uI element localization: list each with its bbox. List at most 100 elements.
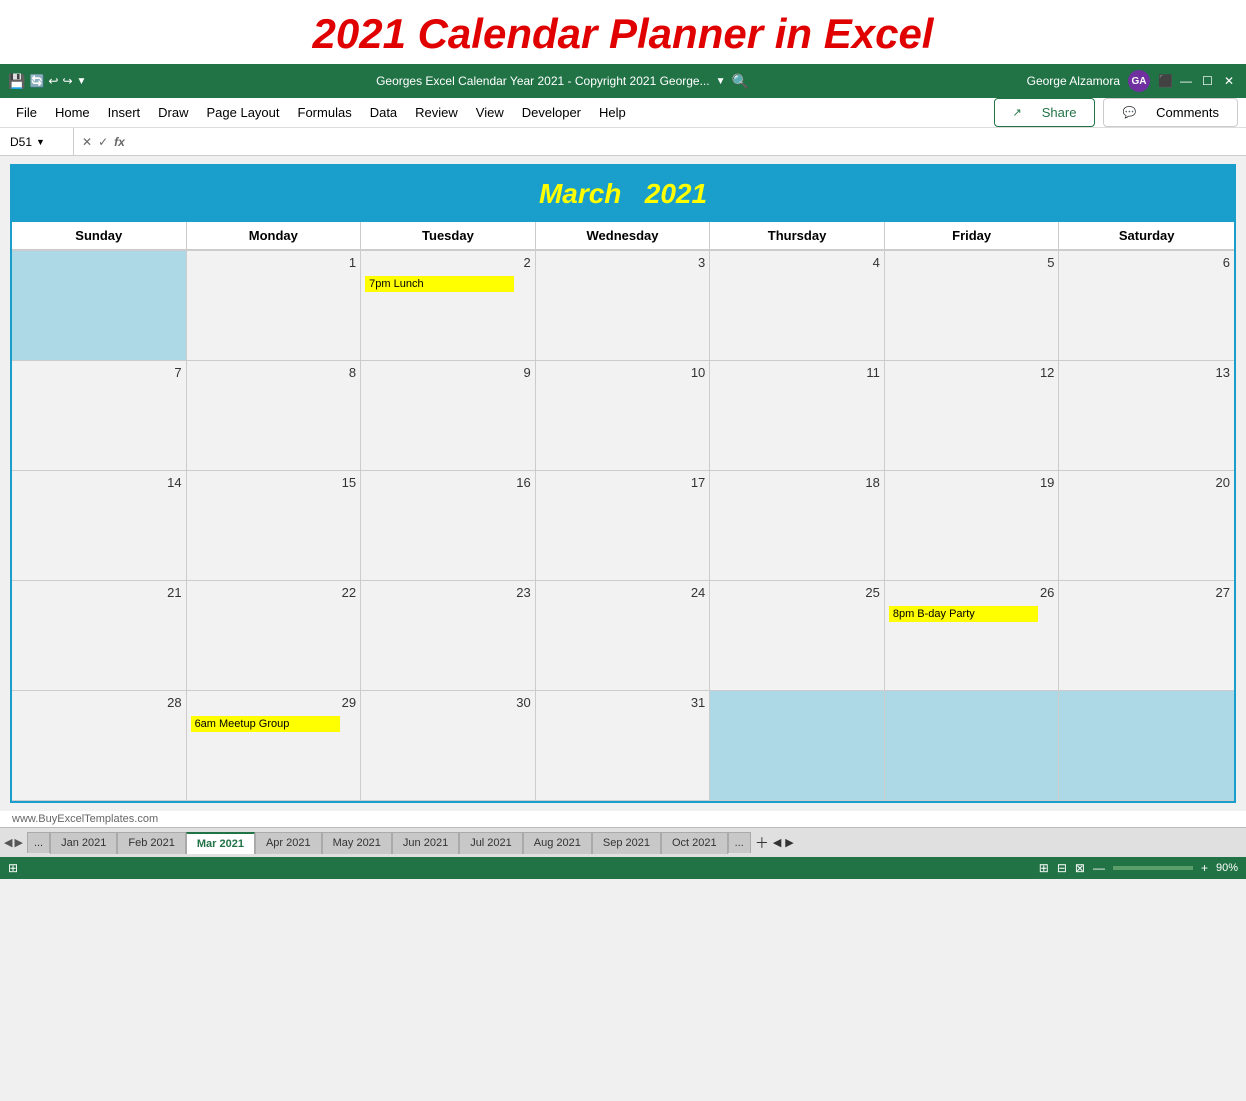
page-break-icon[interactable]: ⊠	[1075, 861, 1085, 875]
maximize-icon[interactable]: ☐	[1202, 74, 1216, 88]
menu-developer[interactable]: Developer	[514, 102, 589, 123]
calendar-cell[interactable]: 16	[361, 471, 536, 581]
calendar-cell[interactable]: 24	[536, 581, 711, 691]
menu-home[interactable]: Home	[47, 102, 98, 123]
tab-prev-icon[interactable]: ◀	[4, 836, 12, 849]
sheet-tab-aug-2021[interactable]: Aug 2021	[523, 832, 592, 854]
sheet-tab-jul-2021[interactable]: Jul 2021	[459, 832, 523, 854]
sheet-tab-jan-2021[interactable]: Jan 2021	[50, 832, 117, 854]
calendar-cell[interactable]: 296am Meetup Group	[187, 691, 362, 801]
calendar-cell[interactable]: 28	[12, 691, 187, 801]
menu-page-layout[interactable]: Page Layout	[199, 102, 288, 123]
calendar-cell[interactable]: 25	[710, 581, 885, 691]
undo-icon[interactable]: ↩	[48, 74, 58, 88]
sheet-tab-may-2021[interactable]: May 2021	[322, 832, 392, 854]
sheet-tab-ellipsis-left[interactable]: ...	[27, 832, 50, 853]
menu-review[interactable]: Review	[407, 102, 466, 123]
calendar-cell[interactable]: 9	[361, 361, 536, 471]
menu-draw[interactable]: Draw	[150, 102, 196, 123]
calendar-cell[interactable]: 27	[1059, 581, 1234, 691]
cell-date: 7	[16, 365, 182, 380]
cell-date: 20	[1063, 475, 1230, 490]
calendar-cell[interactable]: 23	[361, 581, 536, 691]
calendar-cell[interactable]: 10	[536, 361, 711, 471]
zoom-slider[interactable]	[1113, 866, 1193, 870]
sheet-tab-jun-2021[interactable]: Jun 2021	[392, 832, 459, 854]
sheet-tab-oct-2021[interactable]: Oct 2021	[661, 832, 728, 854]
tab-controls: ＋ ◀ ▶	[755, 833, 794, 853]
menu-view[interactable]: View	[468, 102, 512, 123]
cell-date: 9	[365, 365, 531, 380]
save-icon[interactable]: 💾	[8, 73, 25, 90]
formula-confirm-icon[interactable]: ✓	[98, 135, 108, 149]
calendar-cell[interactable]: 3	[536, 251, 711, 361]
calendar-cell[interactable]: 15	[187, 471, 362, 581]
normal-view-icon[interactable]: ⊞	[1039, 861, 1049, 875]
sheet-tab-sep-2021[interactable]: Sep 2021	[592, 832, 661, 854]
cell-date: 28	[16, 695, 182, 710]
minimize-icon[interactable]: —	[1180, 74, 1194, 88]
calendar-cell[interactable]: 18	[710, 471, 885, 581]
calendar-cell[interactable]: 19	[885, 471, 1060, 581]
calendar-cell[interactable]: 17	[536, 471, 711, 581]
dropdown-icon[interactable]: ▼	[77, 76, 87, 87]
day-monday: Monday	[187, 222, 362, 249]
cell-ref-dropdown[interactable]: ▼	[36, 137, 45, 147]
page-layout-icon[interactable]: ⊟	[1057, 861, 1067, 875]
tab-next-icon[interactable]: ▶	[14, 836, 22, 849]
event-badge[interactable]: 7pm Lunch	[365, 276, 514, 292]
menu-help[interactable]: Help	[591, 102, 634, 123]
event-badge[interactable]: 8pm B-day Party	[889, 606, 1038, 622]
title-dropdown-icon[interactable]: ▼	[716, 76, 726, 87]
search-icon[interactable]: 🔍	[732, 73, 749, 90]
calendar-cell[interactable]: 268pm B-day Party	[885, 581, 1060, 691]
formula-cancel-icon[interactable]: ✕	[82, 135, 92, 149]
calendar-cell[interactable]: 5	[885, 251, 1060, 361]
redo-icon[interactable]: ↪	[62, 74, 72, 88]
calendar-cell[interactable]: 6	[1059, 251, 1234, 361]
sheet-tab-ellipsis-right[interactable]: ...	[728, 832, 751, 853]
cell-reference-box[interactable]: D51 ▼	[4, 128, 74, 155]
cell-date: 21	[16, 585, 182, 600]
sheet-tab-mar-2021[interactable]: Mar 2021	[186, 832, 255, 854]
scroll-left-icon[interactable]: ◀	[773, 836, 781, 849]
event-badge[interactable]: 6am Meetup Group	[191, 716, 340, 732]
scroll-right-icon[interactable]: ▶	[785, 836, 793, 849]
calendar-cell[interactable]	[1059, 691, 1234, 801]
calendar-cell[interactable]	[12, 251, 187, 361]
calendar-cell[interactable]: 31	[536, 691, 711, 801]
calendar-cell[interactable]: 22	[187, 581, 362, 691]
calendar-cell[interactable]: 7	[12, 361, 187, 471]
calendar-cell[interactable]	[710, 691, 885, 801]
zoom-in-icon[interactable]: +	[1201, 861, 1208, 875]
comments-button[interactable]: 💬 Comments	[1103, 98, 1238, 127]
calendar-cell[interactable]: 8	[187, 361, 362, 471]
calendar-cell[interactable]: 12	[885, 361, 1060, 471]
calendar-cell[interactable]: 4	[710, 251, 885, 361]
menu-formulas[interactable]: Formulas	[290, 102, 360, 123]
share-button[interactable]: ↗ Share	[994, 98, 1096, 127]
day-tuesday: Tuesday	[361, 222, 536, 249]
cell-date: 2	[365, 255, 531, 270]
menu-data[interactable]: Data	[362, 102, 405, 123]
calendar-cell[interactable]: 1	[187, 251, 362, 361]
zoom-out-icon[interactable]: —	[1093, 861, 1105, 875]
autosave-icon[interactable]: 🔄	[29, 74, 44, 88]
calendar-cell[interactable]: 14	[12, 471, 187, 581]
calendar-cell[interactable]: 13	[1059, 361, 1234, 471]
add-sheet-icon[interactable]: ＋	[755, 833, 769, 853]
menu-file[interactable]: File	[8, 102, 45, 123]
restore-icon[interactable]: ⬛	[1158, 74, 1172, 88]
calendar-cell[interactable]: 21	[12, 581, 187, 691]
calendar-cell[interactable]	[885, 691, 1060, 801]
close-icon[interactable]: ✕	[1224, 74, 1238, 88]
formula-function-icon[interactable]: fx	[114, 135, 125, 149]
menu-insert[interactable]: Insert	[100, 102, 149, 123]
calendar-cell[interactable]: 2 7pm Lunch	[361, 251, 536, 361]
calendar-cell[interactable]: 11	[710, 361, 885, 471]
sheet-tab-feb-2021[interactable]: Feb 2021	[117, 832, 185, 854]
cell-date: 12	[889, 365, 1055, 380]
calendar-cell[interactable]: 20	[1059, 471, 1234, 581]
sheet-tab-apr-2021[interactable]: Apr 2021	[255, 832, 322, 854]
calendar-cell[interactable]: 30	[361, 691, 536, 801]
